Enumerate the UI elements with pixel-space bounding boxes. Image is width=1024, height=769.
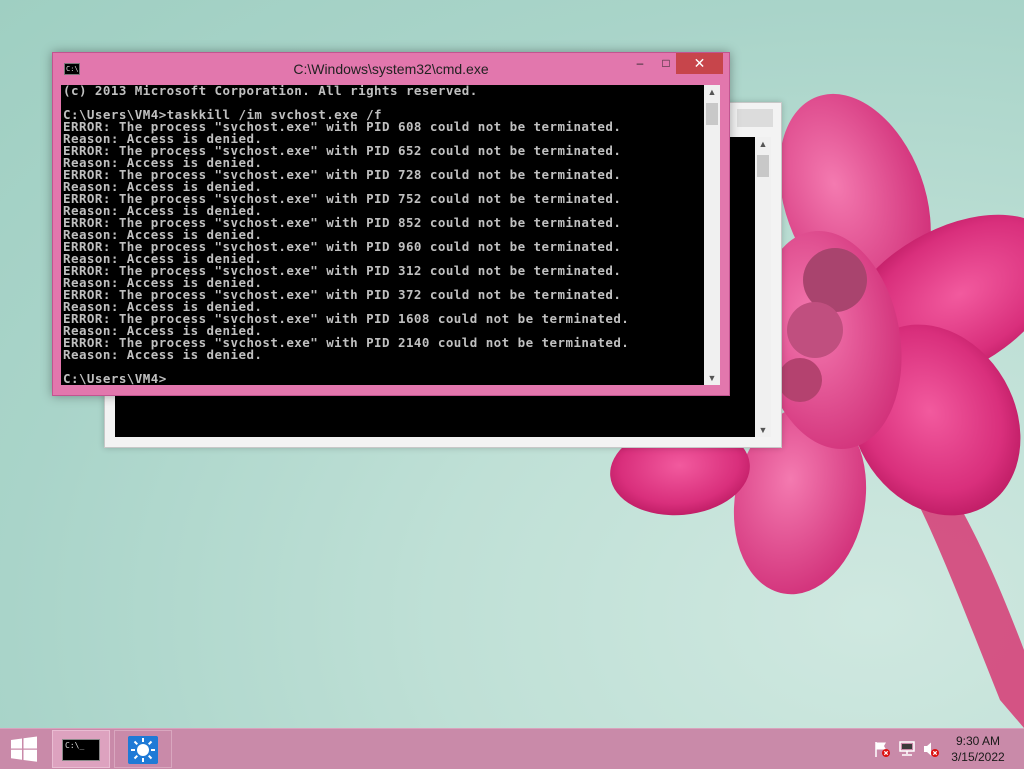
windows-start-icon[interactable] <box>10 736 38 762</box>
scroll-up-arrow-icon[interactable]: ▲ <box>704 87 720 97</box>
minimize-button[interactable]: – <box>627 53 653 74</box>
taskbar: C:\_ 9:30 AM 3/15/2022 <box>0 728 1024 769</box>
cmd-icon: C:\_ <box>62 739 100 761</box>
clock-date: 3/15/2022 <box>951 750 1005 764</box>
console-output[interactable]: (c) 2013 Microsoft Corporation. All righ… <box>61 85 704 385</box>
volume-muted-icon[interactable] <box>922 740 940 758</box>
scrollbar-thumb[interactable] <box>757 155 769 177</box>
scrollbar-thumb[interactable] <box>706 103 718 125</box>
background-window-close-button[interactable] <box>737 109 773 127</box>
background-vertical-scrollbar[interactable]: ▲ ▼ <box>755 137 771 437</box>
scroll-up-arrow-icon[interactable]: ▲ <box>755 139 771 149</box>
taskbar-cmd-button[interactable]: C:\_ <box>52 730 110 768</box>
vertical-scrollbar[interactable]: ▲ ▼ <box>704 85 720 385</box>
title-bar[interactable]: C:\ C:\Windows\system32\cmd.exe – □ ✕ <box>53 53 729 85</box>
console-line: (c) 2013 Microsoft Corporation. All righ… <box>63 85 478 98</box>
scroll-down-arrow-icon[interactable]: ▼ <box>755 425 771 435</box>
close-button[interactable]: ✕ <box>676 53 723 74</box>
network-icon[interactable] <box>898 740 916 758</box>
console-text[interactable]: (c) 2013 Microsoft Corporation. All righ… <box>61 85 704 385</box>
sun-icon <box>128 736 158 764</box>
clock-time: 9:30 AM <box>955 734 1001 748</box>
scroll-down-arrow-icon[interactable]: ▼ <box>704 373 720 383</box>
taskbar-weather-button[interactable] <box>114 730 172 768</box>
flag-icon[interactable] <box>873 740 891 758</box>
console-line: C:\Users\VM4> <box>63 371 167 385</box>
cmd-window[interactable]: C:\ C:\Windows\system32\cmd.exe – □ ✕ (c… <box>52 52 730 396</box>
system-clock[interactable]: 9:30 AM 3/15/2022 <box>945 733 1011 765</box>
console-line: Reason: Access is denied. <box>63 347 263 362</box>
